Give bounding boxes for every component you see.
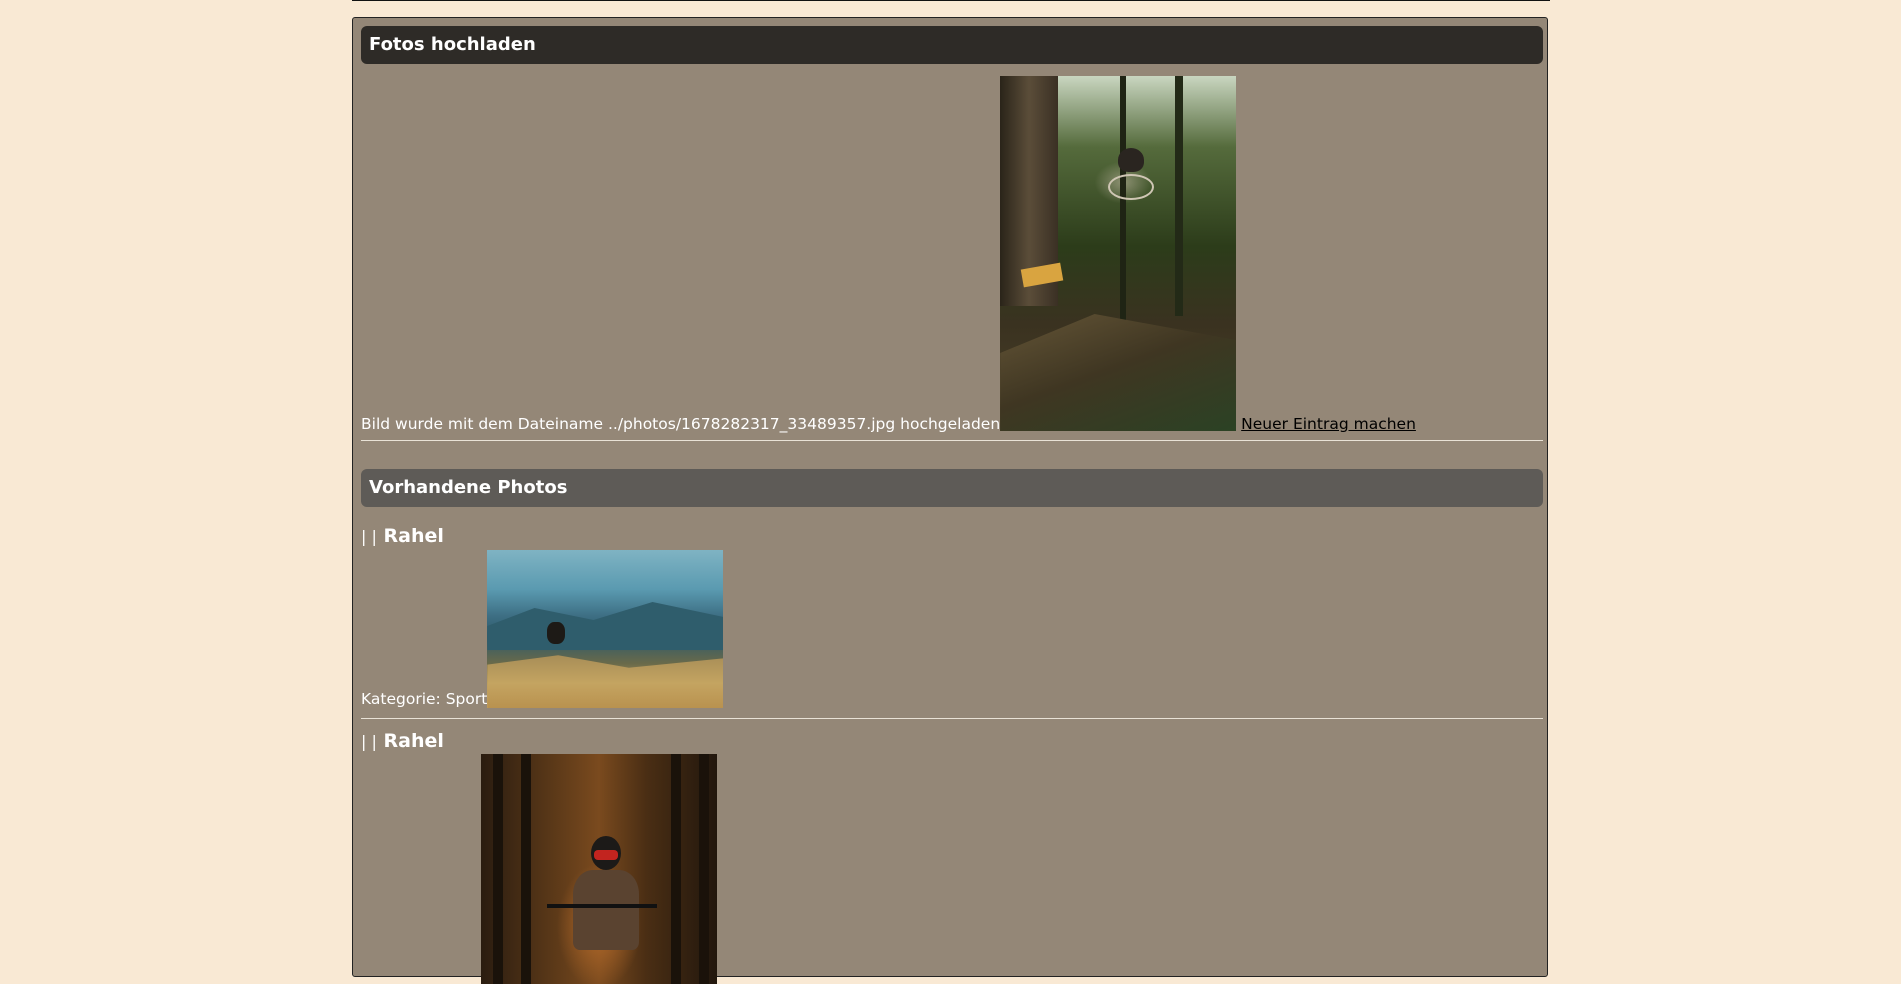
upload-result-row: Bild wurde mit dem Dateiname ../photos/1… bbox=[361, 73, 1543, 434]
uploaded-photo bbox=[1000, 76, 1237, 431]
entry-pipes: | | bbox=[361, 527, 377, 546]
top-divider bbox=[352, 0, 1550, 1]
upload-section-header: Fotos hochladen bbox=[361, 26, 1543, 64]
entry-author: Rahel bbox=[383, 525, 444, 547]
section-divider bbox=[361, 440, 1543, 441]
entry-pipes: | | bbox=[361, 732, 377, 751]
entry-title: | | Rahel bbox=[361, 524, 444, 549]
content-panel: Fotos hochladen Bild wurde mit dem Datei… bbox=[352, 17, 1548, 984]
entry-photo bbox=[487, 550, 724, 708]
photo-entry: Kategorie: Sport bbox=[361, 549, 724, 709]
entry-divider bbox=[361, 718, 1543, 719]
upload-message: Bild wurde mit dem Dateiname ../photos/1… bbox=[361, 415, 1001, 433]
entry-category: Kategorie: Sport bbox=[361, 690, 488, 708]
existing-photos-header: Vorhandene Photos bbox=[361, 469, 1543, 507]
entry-title: | | Rahel bbox=[361, 729, 444, 754]
entry-photo bbox=[481, 754, 717, 984]
photo-entry bbox=[361, 754, 717, 984]
new-entry-link[interactable]: Neuer Eintrag machen bbox=[1241, 414, 1416, 434]
entry-author: Rahel bbox=[383, 730, 444, 752]
